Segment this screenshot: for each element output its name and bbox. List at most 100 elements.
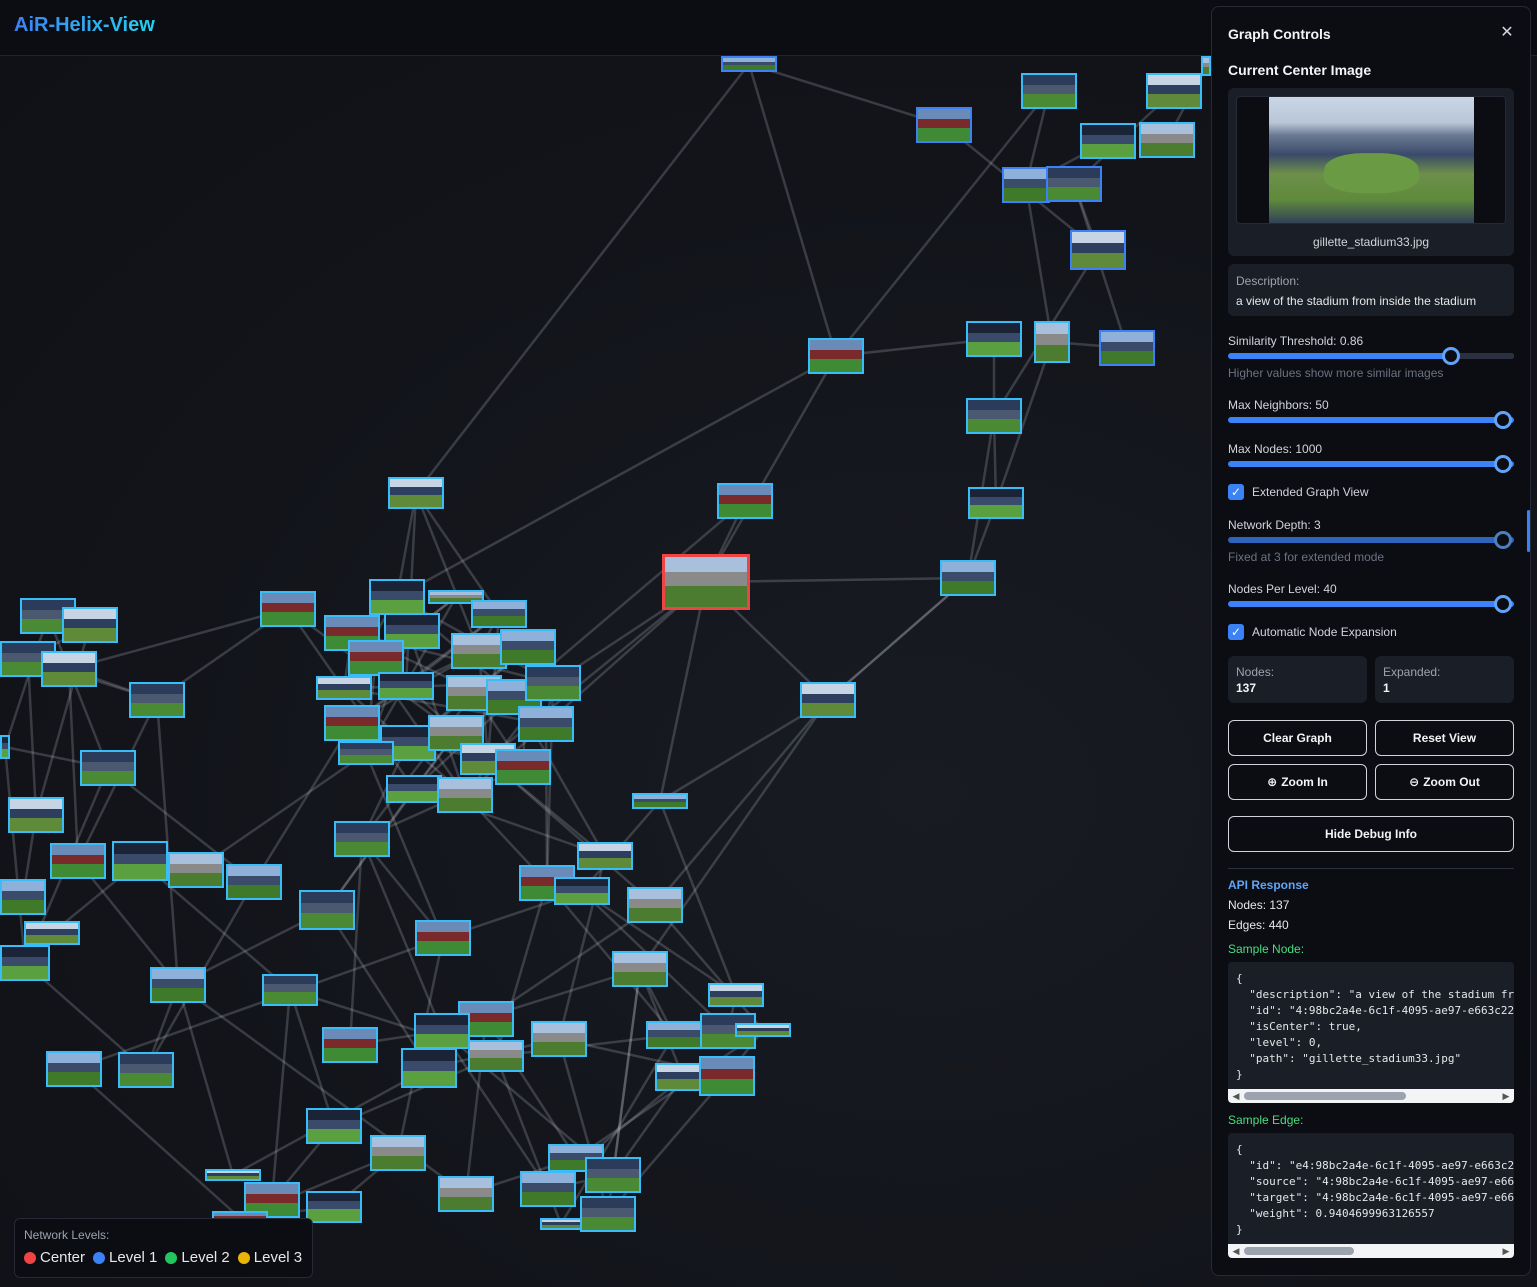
graph-node[interactable] [262,974,318,1006]
graph-node[interactable] [646,1021,702,1049]
graph-node[interactable] [531,1021,587,1057]
graph-node[interactable] [226,864,282,900]
reset-view-button[interactable]: Reset View [1375,720,1514,756]
graph-node[interactable] [468,1040,524,1072]
nodes-per-level-slider[interactable] [1228,595,1514,613]
extended-graph-view-toggle[interactable]: ✓ Extended Graph View [1228,484,1369,500]
graph-node[interactable] [338,741,394,765]
graph-node[interactable] [0,879,46,915]
graph-node[interactable] [966,398,1022,434]
graph-node[interactable] [520,1171,576,1207]
similarity-threshold-slider[interactable] [1228,347,1514,365]
graph-node[interactable] [500,629,556,665]
scroll-thumb[interactable] [1244,1247,1354,1255]
graph-node[interactable] [24,921,80,945]
checkbox-checked-icon[interactable]: ✓ [1228,624,1244,640]
graph-node[interactable] [322,1027,378,1063]
graph-node[interactable] [577,842,633,870]
graph-node[interactable] [168,852,224,888]
graph-node[interactable] [50,843,106,879]
graph-node[interactable] [0,735,10,759]
graph-node[interactable] [260,591,316,627]
graph-node[interactable] [721,56,777,72]
graph-node[interactable] [80,750,136,786]
graph-node[interactable] [0,945,50,981]
graph-node[interactable] [717,483,773,519]
graph-node[interactable] [966,321,1022,357]
scroll-left-icon[interactable]: ◀ [1231,1246,1241,1256]
graph-node[interactable] [1046,166,1102,202]
graph-node[interactable] [632,793,688,809]
graph-node[interactable] [968,487,1024,519]
graph-node[interactable] [525,665,581,701]
graph-node[interactable] [1070,230,1126,270]
clear-graph-button[interactable]: Clear Graph [1228,720,1367,756]
graph-node[interactable] [916,107,972,143]
graph-node[interactable] [41,651,97,687]
graph-node[interactable] [369,579,425,615]
graph-node[interactable] [495,749,551,785]
graph-node[interactable] [1034,321,1070,363]
graph-node[interactable] [808,338,864,374]
graph-node[interactable] [316,676,372,700]
slider-thumb[interactable] [1442,347,1460,365]
graph-node[interactable] [699,1056,755,1096]
page-scrollbar[interactable] [1527,510,1530,552]
scroll-right-icon[interactable]: ▶ [1501,1246,1511,1256]
graph-node[interactable] [451,633,507,669]
graph-node[interactable] [437,777,493,813]
graph-node[interactable] [205,1169,261,1181]
graph-node[interactable] [612,951,668,987]
graph-node[interactable] [388,477,444,509]
graph-node[interactable] [46,1051,102,1087]
scroll-right-icon[interactable]: ▶ [1501,1091,1511,1101]
graph-node[interactable] [112,841,168,881]
graph-node[interactable] [299,890,355,930]
graph-node[interactable] [348,640,404,676]
graph-node[interactable] [1002,167,1050,203]
graph-node[interactable] [554,877,610,905]
auto-node-expansion-toggle[interactable]: ✓ Automatic Node Expansion [1228,624,1397,640]
graph-node[interactable] [708,983,764,1007]
graph-node[interactable] [118,1052,174,1088]
graph-node[interactable] [324,705,380,741]
graph-node[interactable] [386,775,442,803]
sample-edge-scrollbar[interactable]: ◀ ▶ [1228,1244,1514,1258]
graph-node[interactable] [735,1023,791,1037]
graph-node[interactable] [940,560,996,596]
close-icon[interactable]: ✕ [1499,25,1515,41]
graph-node[interactable] [415,920,471,956]
max-neighbors-slider[interactable] [1228,411,1514,429]
graph-node[interactable] [306,1108,362,1144]
graph-node[interactable] [1139,122,1195,158]
sample-node-scrollbar[interactable]: ◀ ▶ [1228,1089,1514,1103]
center-graph-node[interactable] [662,554,750,610]
graph-node[interactable] [129,682,185,718]
graph-node[interactable] [580,1196,636,1232]
graph-node[interactable] [471,600,527,628]
graph-node[interactable] [334,821,390,857]
graph-node[interactable] [62,607,118,643]
zoom-in-button[interactable]: ⊕ Zoom In [1228,764,1367,800]
slider-thumb[interactable] [1494,455,1512,473]
graph-node[interactable] [370,1135,426,1171]
graph-node[interactable] [1146,73,1202,109]
graph-node[interactable] [438,1176,494,1212]
graph-node[interactable] [378,672,434,700]
graph-node[interactable] [401,1048,457,1088]
graph-node[interactable] [518,706,574,742]
graph-node[interactable] [800,682,856,718]
graph-node[interactable] [414,1013,470,1049]
max-nodes-slider[interactable] [1228,455,1514,473]
graph-node[interactable] [540,1218,582,1230]
scroll-thumb[interactable] [1244,1092,1406,1100]
graph-node[interactable] [8,797,64,833]
graph-node[interactable] [627,887,683,923]
graph-node[interactable] [1021,73,1077,109]
slider-thumb[interactable] [1494,411,1512,429]
zoom-out-button[interactable]: ⊖ Zoom Out [1375,764,1514,800]
graph-node[interactable] [150,967,206,1003]
graph-node[interactable] [1099,330,1155,366]
scroll-left-icon[interactable]: ◀ [1231,1091,1241,1101]
slider-thumb[interactable] [1494,595,1512,613]
